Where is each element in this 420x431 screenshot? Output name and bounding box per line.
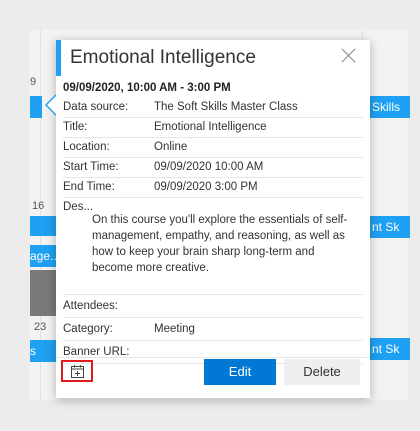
event-datetime: 09/09/2020, 10:00 AM - 3:00 PM bbox=[63, 82, 231, 94]
popup-footer: Edit Delete bbox=[56, 357, 370, 398]
day-number: 9 bbox=[30, 76, 37, 88]
popup-title: Emotional Intelligence bbox=[70, 47, 256, 68]
day-number: 23 bbox=[34, 321, 47, 333]
field-category: Category: Meeting bbox=[63, 318, 363, 341]
field-label: End Time: bbox=[63, 181, 115, 193]
calendar-event[interactable]: Skills bbox=[370, 96, 410, 118]
field-label: Attendees: bbox=[63, 300, 118, 312]
field-value: 09/09/2020 3:00 PM bbox=[154, 181, 258, 193]
close-icon[interactable] bbox=[338, 45, 360, 67]
calendar-event-block bbox=[30, 270, 56, 316]
calendar-event[interactable]: s bbox=[30, 340, 56, 362]
field-description: Des... On this course you'll explore the… bbox=[63, 198, 363, 295]
field-value: On this course you'll explore the essent… bbox=[92, 214, 348, 274]
field-title: Title: Emotional Intelligence bbox=[63, 118, 363, 138]
field-value: Online bbox=[154, 141, 188, 153]
details-list: Data source: The Soft Skills Master Clas… bbox=[63, 98, 363, 364]
field-label: Location: bbox=[63, 141, 110, 153]
edit-button[interactable]: Edit bbox=[204, 359, 276, 385]
field-start-time: Start Time: 09/09/2020 10:00 AM bbox=[63, 158, 363, 178]
field-label: Category: bbox=[63, 323, 113, 335]
calendar-event[interactable]: nt Sk bbox=[370, 216, 410, 238]
calendar-event[interactable] bbox=[30, 216, 56, 236]
field-label: Start Time: bbox=[63, 161, 119, 173]
field-value: 09/09/2020 10:00 AM bbox=[154, 161, 264, 173]
field-label: Des... bbox=[63, 201, 94, 213]
title-accent-bar bbox=[56, 40, 61, 76]
appointment-tooltip: Emotional Intelligence 09/09/2020, 10:00… bbox=[45, 40, 370, 398]
delete-button[interactable]: Delete bbox=[284, 359, 360, 385]
calendar-add-icon bbox=[71, 365, 84, 378]
field-end-time: End Time: 09/09/2020 3:00 PM bbox=[63, 178, 363, 198]
field-label: Title: bbox=[63, 121, 88, 133]
field-location: Location: Online bbox=[63, 138, 363, 158]
field-data-source: Data source: The Soft Skills Master Clas… bbox=[63, 98, 363, 118]
add-to-calendar-button[interactable] bbox=[61, 360, 93, 382]
calendar-event[interactable]: nt Sk bbox=[370, 338, 410, 360]
field-value: The Soft Skills Master Class bbox=[154, 101, 298, 113]
field-attendees: Attendees: bbox=[63, 295, 363, 318]
field-value: Meeting bbox=[154, 323, 195, 335]
calendar-event[interactable] bbox=[30, 96, 42, 118]
tooltip-pointer-inner bbox=[47, 96, 56, 114]
day-number: 16 bbox=[32, 200, 45, 212]
field-label: Data source: bbox=[63, 101, 129, 113]
field-value: Emotional Intelligence bbox=[154, 121, 267, 133]
calendar-event[interactable]: age... bbox=[30, 245, 56, 267]
